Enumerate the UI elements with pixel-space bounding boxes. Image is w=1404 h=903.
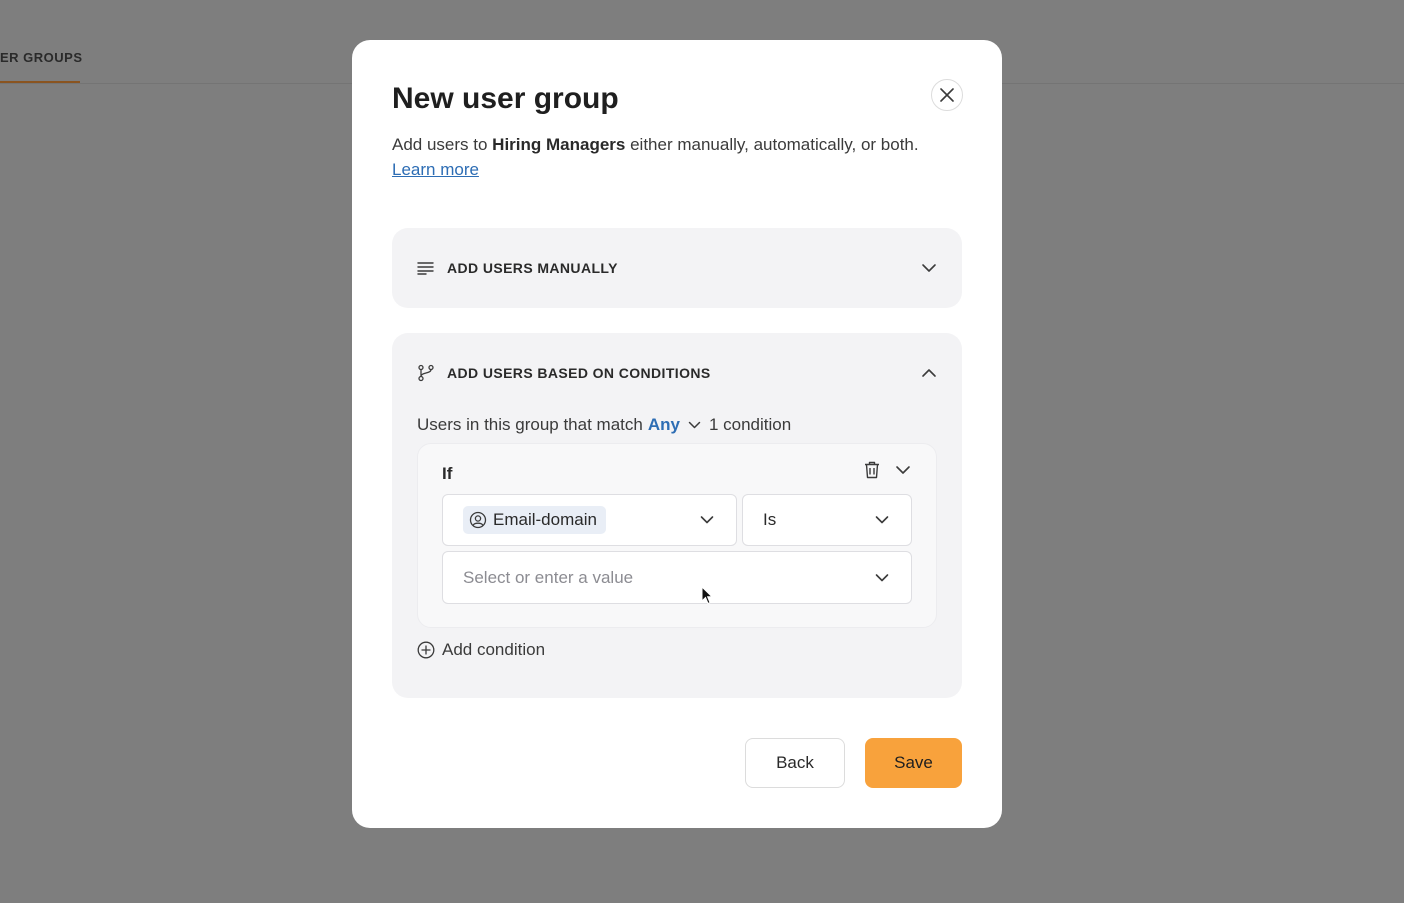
condition-card: If Email-domain Is Select or enter a val… <box>417 443 937 628</box>
condition-operator-select[interactable]: Is <box>742 494 912 546</box>
modal-title: New user group <box>392 82 619 115</box>
add-condition-label: Add condition <box>442 640 546 659</box>
plus-circle-icon <box>417 641 435 659</box>
chevron-down-icon <box>875 516 889 525</box>
modal-description: Add users to Hiring Managers either manu… <box>392 132 972 182</box>
field-chip: Email-domain <box>463 506 606 534</box>
trash-icon <box>865 461 879 479</box>
chevron-down-icon <box>688 421 701 429</box>
chevron-down-icon <box>875 573 889 582</box>
chevron-down-icon <box>700 516 714 525</box>
add-users-manually-title: ADD USERS MANUALLY <box>447 260 618 276</box>
match-mode-dropdown[interactable]: Any <box>648 415 709 435</box>
branch-icon <box>417 364 435 382</box>
learn-more-link[interactable]: Learn more <box>392 160 479 179</box>
list-lines-icon <box>417 259 435 277</box>
condition-value-select[interactable]: Select or enter a value <box>442 551 912 604</box>
close-icon <box>940 88 954 102</box>
add-users-conditions-title: ADD USERS BASED ON CONDITIONS <box>447 365 711 381</box>
back-button[interactable]: Back <box>745 738 845 788</box>
new-user-group-modal: New user group Add users to Hiring Manag… <box>352 40 1002 828</box>
add-condition-button[interactable]: Add condition <box>417 640 545 660</box>
add-users-manually-panel: ADD USERS MANUALLY <box>392 228 962 308</box>
add-users-conditions-panel: ADD USERS BASED ON CONDITIONS Users in t… <box>392 333 962 698</box>
delete-condition-button[interactable] <box>864 461 882 481</box>
chevron-up-icon[interactable] <box>921 368 937 378</box>
add-users-conditions-header[interactable]: ADD USERS BASED ON CONDITIONS <box>417 361 937 385</box>
chevron-down-icon[interactable] <box>921 263 937 273</box>
save-button[interactable]: Save <box>865 738 962 788</box>
mouse-cursor-icon <box>701 586 713 605</box>
value-placeholder: Select or enter a value <box>463 567 634 587</box>
condition-count: 1 condition <box>708 415 792 434</box>
condition-field-select[interactable]: Email-domain <box>442 494 737 546</box>
add-users-manually-header[interactable]: ADD USERS MANUALLY <box>417 256 937 280</box>
if-label: If <box>442 464 453 483</box>
group-name: Hiring Managers <box>492 135 626 154</box>
close-button[interactable] <box>931 79 963 111</box>
description-prefix: Add users to <box>392 135 493 154</box>
match-prefix: Users in this group that match <box>417 415 643 434</box>
description-suffix: either manually, automatically, or both. <box>625 135 919 154</box>
operator-value: Is <box>763 510 777 529</box>
chevron-down-icon <box>896 466 910 474</box>
match-rule-line: Users in this group that match Any 1 con… <box>417 415 791 435</box>
match-mode-value: Any <box>647 415 680 434</box>
background-tab-user-groups: ER GROUPS <box>0 50 83 65</box>
field-value: Email-domain <box>493 510 597 529</box>
user-circle-icon <box>469 511 487 529</box>
collapse-condition-button[interactable] <box>895 462 911 480</box>
